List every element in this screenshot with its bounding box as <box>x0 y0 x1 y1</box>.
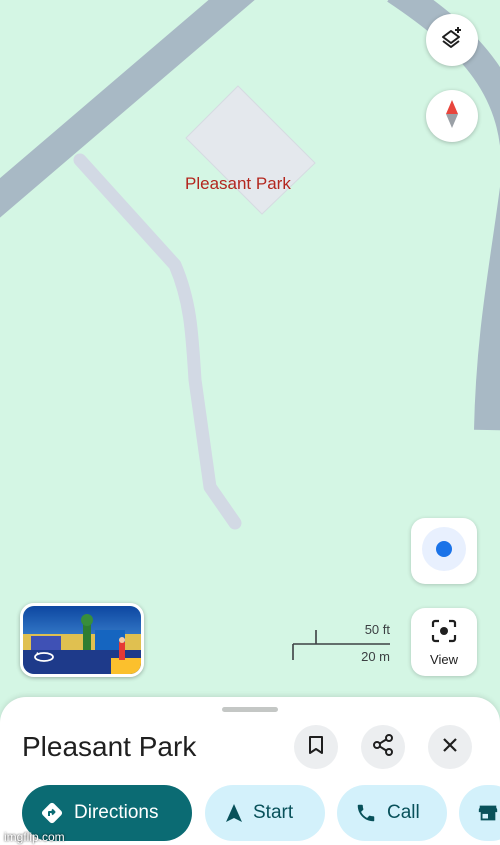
my-location-button[interactable] <box>411 518 477 584</box>
call-label: Call <box>387 802 420 823</box>
close-button[interactable] <box>428 725 472 769</box>
call-button[interactable]: Call <box>337 785 447 841</box>
website-button[interactable] <box>459 785 500 841</box>
directions-icon <box>40 801 64 825</box>
share-icon <box>372 733 394 761</box>
store-icon <box>477 802 499 824</box>
watermark: imgflip.com <box>4 830 65 844</box>
street-view-360-icon <box>33 649 55 668</box>
compass-icon <box>442 99 462 134</box>
lens-view-icon <box>430 618 458 649</box>
view-label: View <box>430 651 458 667</box>
save-button[interactable] <box>294 725 338 769</box>
place-label[interactable]: Pleasant Park <box>185 174 291 194</box>
close-icon <box>442 737 458 758</box>
bookmark-icon <box>307 735 325 760</box>
place-bottom-sheet[interactable]: Pleasant Park Directions Start Call imgf… <box>0 697 500 845</box>
start-label: Start <box>253 802 294 823</box>
phone-icon <box>355 802 377 824</box>
layers-icon <box>439 25 465 56</box>
drag-handle[interactable] <box>222 707 278 712</box>
scale-bar: 50 ft 20 m <box>292 622 392 664</box>
view-button[interactable]: View <box>411 608 477 676</box>
street-view-thumbnail[interactable] <box>20 603 144 677</box>
start-button[interactable]: Start <box>205 785 325 841</box>
my-location-icon <box>421 526 467 577</box>
share-button[interactable] <box>361 725 405 769</box>
directions-label: Directions <box>74 802 159 823</box>
scale-metric: 20 m <box>361 649 390 664</box>
compass-button[interactable] <box>426 90 478 142</box>
layers-button[interactable] <box>426 14 478 66</box>
navigation-arrow-icon <box>225 803 243 823</box>
place-title: Pleasant Park <box>22 731 197 762</box>
